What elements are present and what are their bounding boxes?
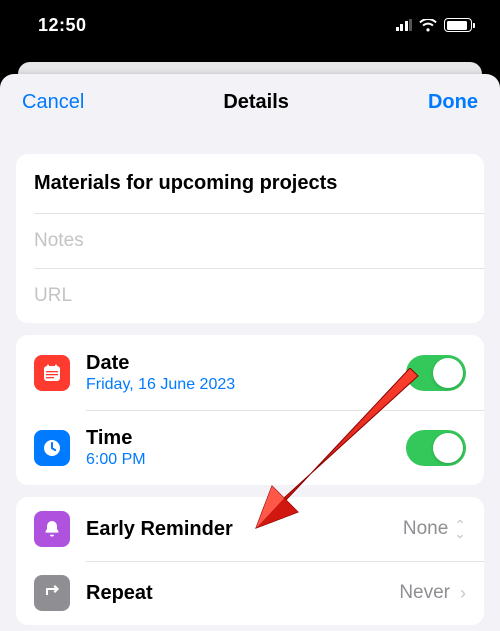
time-label: Time [86, 426, 406, 450]
url-field[interactable]: URL [16, 268, 484, 323]
title-group: Materials for upcoming projects Notes UR… [16, 154, 484, 323]
title-text: Materials for upcoming projects [34, 154, 337, 213]
status-bar: 12:50 [0, 0, 500, 50]
wifi-icon [419, 19, 437, 32]
nav-bar: Cancel Details Done [0, 74, 500, 130]
status-icons [396, 18, 473, 32]
status-time: 12:50 [38, 15, 87, 36]
bell-icon [34, 511, 70, 547]
clock-icon [34, 430, 70, 466]
url-placeholder: URL [34, 285, 72, 307]
time-value: 6:00 PM [86, 451, 406, 469]
page-title: Details [223, 91, 289, 114]
early-reminder-label: Early Reminder [86, 517, 403, 541]
date-label: Date [86, 351, 406, 375]
repeat-icon [34, 575, 70, 611]
time-row[interactable]: Time 6:00 PM [16, 410, 484, 485]
reminder-group: Early Reminder None ⌃⌃ Repeat Never › [16, 497, 484, 625]
date-row[interactable]: Date Friday, 16 June 2023 [16, 335, 484, 410]
battery-icon [444, 18, 472, 32]
details-sheet: Cancel Details Done Materials for upcomi… [0, 74, 500, 631]
title-field[interactable]: Materials for upcoming projects [16, 154, 484, 213]
done-button[interactable]: Done [428, 91, 478, 114]
repeat-value: Never [399, 582, 450, 604]
chevron-right-icon: › [460, 583, 466, 604]
repeat-label: Repeat [86, 581, 399, 605]
notes-placeholder: Notes [34, 230, 84, 252]
early-reminder-row[interactable]: Early Reminder None ⌃⌃ [16, 497, 484, 561]
notes-field[interactable]: Notes [16, 213, 484, 268]
date-time-group: Date Friday, 16 June 2023 Time 6:00 PM [16, 335, 484, 485]
date-toggle[interactable] [406, 355, 466, 391]
cancel-button[interactable]: Cancel [22, 91, 84, 114]
calendar-icon [34, 355, 70, 391]
updown-icon: ⌃⌃ [454, 521, 466, 537]
early-reminder-value: None [403, 518, 448, 540]
time-toggle[interactable] [406, 430, 466, 466]
repeat-row[interactable]: Repeat Never › [16, 561, 484, 625]
date-value: Friday, 16 June 2023 [86, 376, 406, 394]
cellular-signal-icon [396, 19, 413, 31]
